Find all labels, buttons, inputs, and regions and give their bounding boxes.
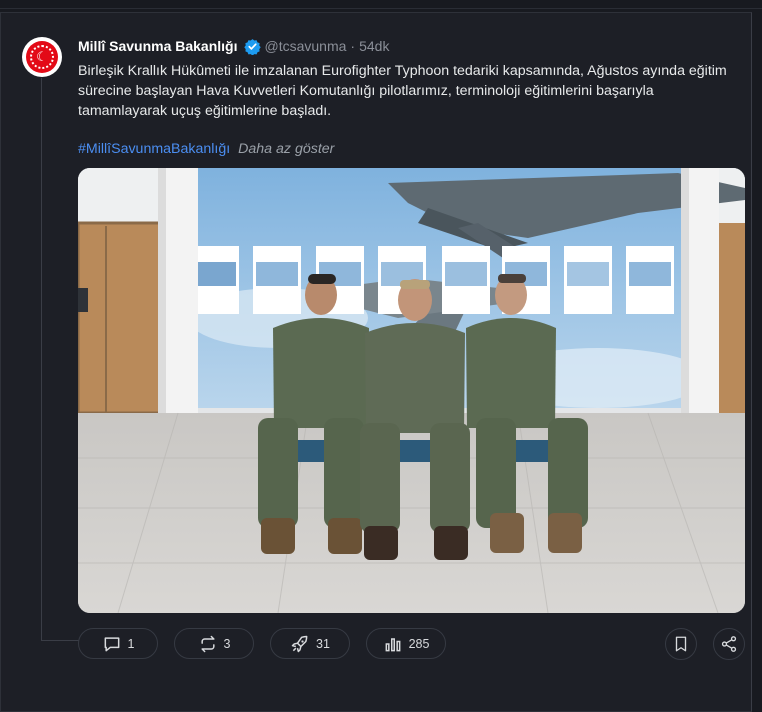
header-separator: · bbox=[350, 38, 356, 54]
author-handle[interactable]: @tcsavunma bbox=[265, 38, 347, 54]
repost-button[interactable]: 3 bbox=[174, 628, 254, 659]
reply-button[interactable]: 1 bbox=[78, 628, 158, 659]
views-icon bbox=[385, 637, 400, 651]
bookmark-icon bbox=[675, 636, 687, 652]
views-button[interactable]: 285 bbox=[366, 628, 446, 659]
top-divider bbox=[0, 8, 762, 9]
repost-count: 3 bbox=[223, 636, 231, 651]
show-less-link[interactable]: Daha az göster bbox=[238, 141, 334, 157]
ministry-seal-icon: ☾ bbox=[26, 41, 58, 73]
bookmark-button[interactable] bbox=[665, 628, 697, 660]
action-bar: 1 3 31 285 bbox=[78, 628, 745, 661]
author-name[interactable]: Millî Savunma Bakanlığı bbox=[78, 38, 238, 54]
pilots-photo-image bbox=[78, 168, 745, 613]
views-count: 285 bbox=[408, 636, 430, 651]
hashtag-line: #MillîSavunmaBakanlığı Daha az göster bbox=[78, 141, 334, 157]
boost-button[interactable]: 31 bbox=[270, 628, 350, 659]
hashtag-link[interactable]: #MillîSavunmaBakanlığı bbox=[78, 141, 230, 157]
thread-line bbox=[41, 78, 42, 641]
repost-icon bbox=[200, 635, 215, 652]
boost-count: 31 bbox=[316, 636, 330, 651]
author-avatar[interactable]: ☾ bbox=[22, 37, 62, 77]
rocket-icon bbox=[291, 635, 308, 652]
post-text: Birleşik Krallık Hükûmeti ile imzalanan … bbox=[78, 63, 727, 119]
post-photo[interactable] bbox=[78, 168, 745, 613]
reply-count: 1 bbox=[127, 636, 135, 651]
share-button[interactable] bbox=[713, 628, 745, 660]
thread-line-hook bbox=[41, 640, 81, 641]
verified-badge-icon bbox=[243, 38, 261, 55]
post-header: Millî Savunma Bakanlığı @tcsavunma · 54d… bbox=[78, 37, 389, 55]
reply-icon bbox=[104, 636, 119, 651]
post-timestamp[interactable]: 54dk bbox=[359, 38, 389, 54]
share-icon bbox=[721, 636, 737, 652]
